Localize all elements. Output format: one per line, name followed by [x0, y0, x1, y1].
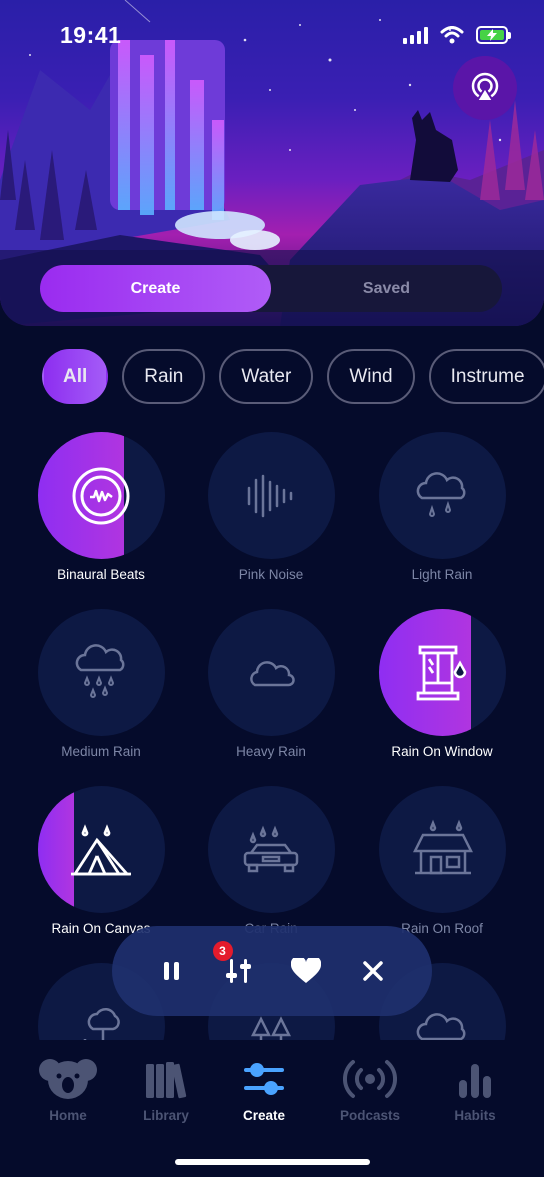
pause-button[interactable]: [152, 951, 192, 991]
mini-player: 3: [112, 926, 432, 1016]
close-button[interactable]: [353, 951, 393, 991]
roof-rain-icon: [412, 819, 473, 874]
bottom-tab-bar: Home Library Create Podcasts Habits: [0, 1040, 544, 1177]
sound-wave-icon: [247, 474, 293, 517]
status-icons: [403, 26, 511, 44]
battery-icon: [476, 26, 511, 44]
sound-pink-noise[interactable]: Pink Noise: [186, 432, 356, 582]
sliders-icon: [244, 1063, 284, 1095]
sound-label: Light Rain: [411, 567, 473, 582]
sound-light-rain[interactable]: Light Rain: [357, 432, 527, 582]
tab-label: Library: [143, 1108, 189, 1123]
tab-podcasts[interactable]: Podcasts: [320, 1058, 420, 1123]
sound-heavy-rain[interactable]: Heavy Rain: [186, 609, 356, 759]
filter-chip-wind[interactable]: Wind: [327, 349, 415, 404]
sound-circle[interactable]: [378, 786, 506, 913]
waveform-circle-icon: [72, 467, 130, 524]
tab-label: Home: [49, 1108, 87, 1123]
tab-home[interactable]: Home: [18, 1058, 118, 1123]
sound-rain-on-canvas[interactable]: Rain On Canvas: [16, 786, 186, 936]
medium-rain-icon: [75, 643, 125, 698]
sound-label: Rain On Window: [391, 744, 493, 759]
sound-circle[interactable]: [207, 609, 335, 736]
tab-saved[interactable]: Saved: [271, 265, 502, 312]
wifi-icon: [440, 26, 464, 44]
pause-icon: [163, 962, 179, 980]
sound-label: Pink Noise: [238, 567, 304, 582]
tab-label: Create: [242, 1108, 286, 1123]
airplay-button[interactable]: [453, 56, 517, 120]
tab-label: Podcasts: [339, 1108, 401, 1123]
window-rain-icon: [416, 645, 467, 700]
status-bar: 19:41: [0, 0, 544, 70]
tab-create[interactable]: Create: [40, 265, 271, 312]
sound-label: Heavy Rain: [236, 744, 306, 759]
category-filter-chips: All Rain Water Wind Instrume: [42, 349, 544, 404]
cellular-signal-icon: [403, 26, 428, 44]
tab-habits[interactable]: Habits: [425, 1058, 525, 1123]
sound-rain-on-roof[interactable]: Rain On Roof: [357, 786, 527, 936]
filter-chip-rain[interactable]: Rain: [122, 349, 206, 404]
chart-bars-icon: [459, 1064, 491, 1098]
sound-car-rain[interactable]: Car Rain: [186, 786, 356, 936]
sound-circle[interactable]: [207, 432, 335, 559]
sound-circle[interactable]: [37, 609, 165, 736]
sound-circle[interactable]: [37, 432, 165, 559]
tab-library[interactable]: Library: [116, 1058, 216, 1123]
sound-rain-on-window[interactable]: Rain On Window: [357, 609, 527, 759]
home-indicator: [175, 1159, 370, 1165]
tab-label: Habits: [454, 1108, 496, 1123]
heart-icon: [290, 958, 321, 983]
filter-chip-water[interactable]: Water: [219, 349, 314, 404]
tent-rain-icon: [71, 823, 131, 875]
create-saved-segmented-control: Create Saved: [40, 265, 502, 312]
sound-circle[interactable]: [37, 786, 165, 913]
podcast-icon: [343, 1060, 397, 1098]
sound-label: Medium Rain: [61, 744, 141, 759]
mixer-button[interactable]: 3: [212, 941, 259, 991]
sound-binaural-beats[interactable]: Binaural Beats: [16, 432, 186, 582]
charging-bolt-icon: [487, 29, 497, 41]
sound-label: Binaural Beats: [57, 567, 145, 582]
sound-circle[interactable]: [378, 432, 506, 559]
cloud-icon: [250, 660, 295, 686]
car-rain-icon: [243, 825, 299, 872]
sound-circle[interactable]: [207, 786, 335, 913]
filter-chip-all[interactable]: All: [42, 349, 109, 404]
favorite-button[interactable]: [286, 951, 326, 991]
koala-icon: [39, 1059, 97, 1099]
mixer-count-badge: 3: [212, 941, 233, 961]
airplay-icon: [471, 72, 499, 102]
sound-medium-rain[interactable]: Medium Rain: [16, 609, 186, 759]
volume-level-fill: [37, 786, 75, 913]
close-icon: [362, 961, 383, 981]
library-icon: [146, 1062, 187, 1099]
filter-chip-instruments[interactable]: Instrume: [428, 349, 544, 404]
status-time: 19:41: [60, 22, 122, 48]
tab-create-nav[interactable]: Create: [214, 1058, 314, 1123]
light-rain-icon: [416, 471, 466, 517]
sound-circle[interactable]: [378, 609, 506, 736]
